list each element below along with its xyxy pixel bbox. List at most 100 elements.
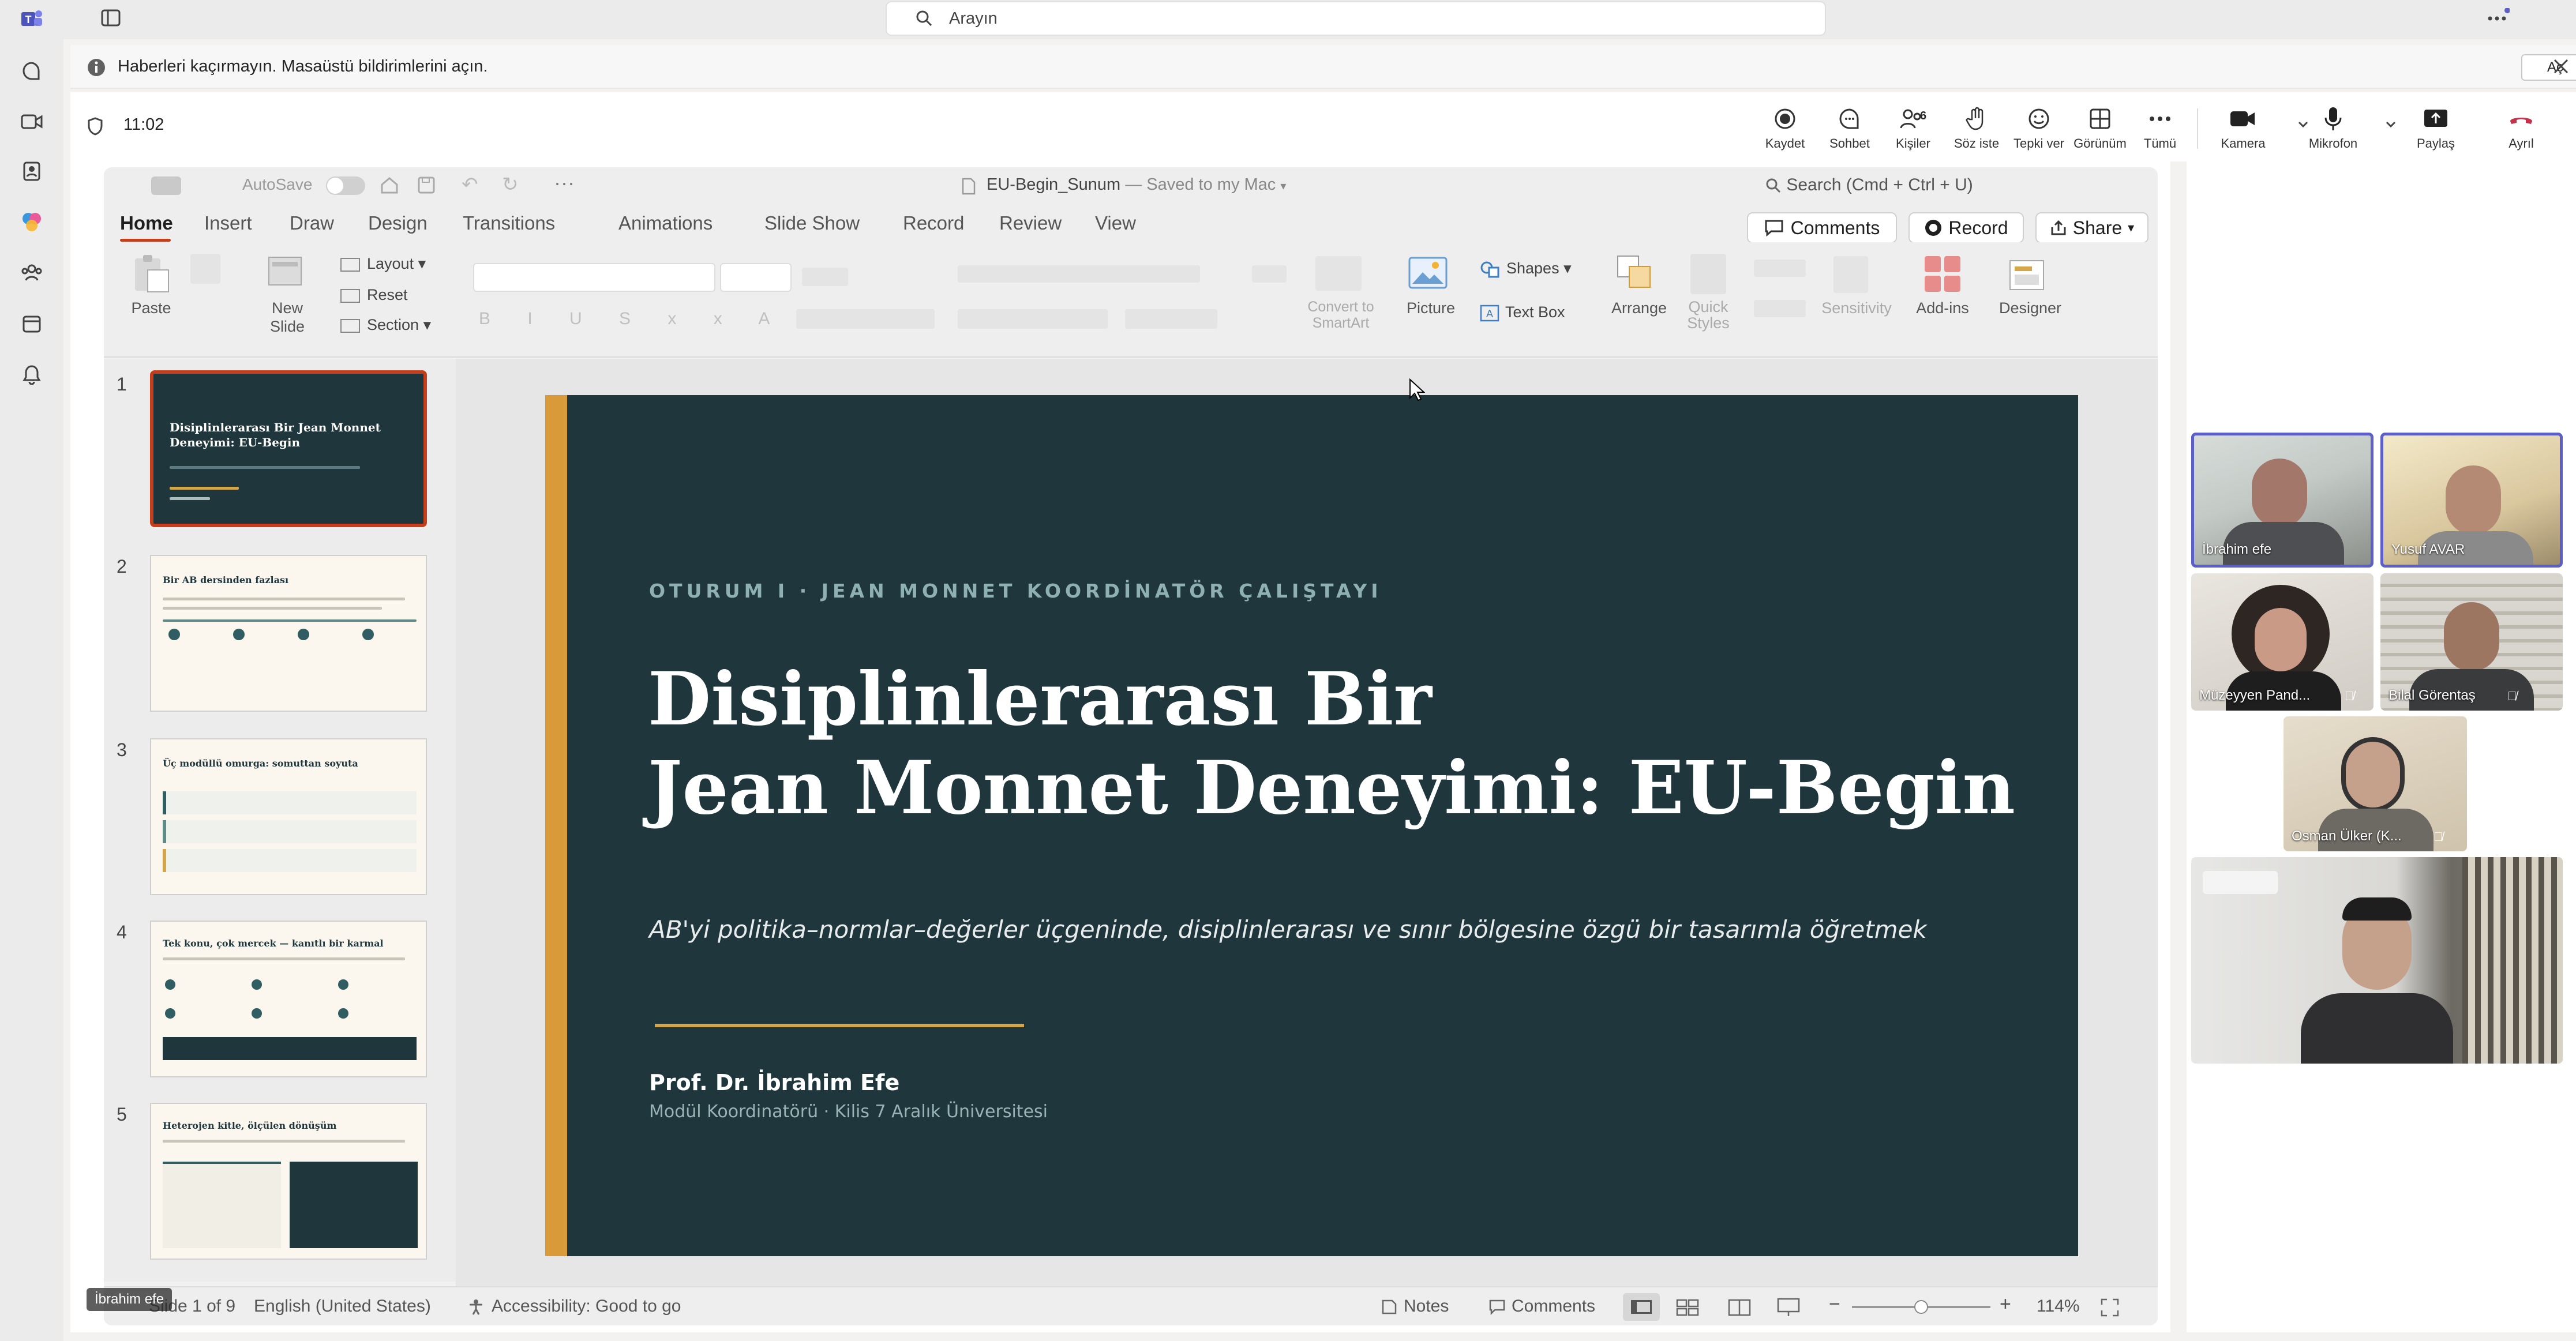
ppt-search[interactable]: Search (Cmd + Ctrl + U) [1765,175,1973,195]
zoom-in-button[interactable]: + [2000,1293,2011,1316]
calendar-icon[interactable] [17,309,46,338]
tab-animations[interactable]: Animations [618,212,713,234]
tab-record[interactable]: Record [903,212,964,234]
slide-thumbnail-4[interactable]: Tek konu, çok mercek — kanıtlı bir karma… [150,921,427,1077]
layout-button[interactable]: Layout ▾ [340,255,426,273]
addins-icon[interactable] [1922,254,1964,294]
tab-slide-show[interactable]: Slide Show [764,212,860,234]
record-button[interactable]: Kaydet [1750,104,1820,156]
font-size-select[interactable] [720,263,792,292]
document-title[interactable]: EU-Begin_Sunum — Saved to my Mac ▾ [987,175,1286,194]
section-button[interactable]: Section ▾ [340,316,431,334]
zoom-slider-thumb[interactable] [1914,1300,1928,1314]
normal-view-icon[interactable] [1623,1293,1660,1321]
quick-styles-icon[interactable] [1690,254,1726,294]
more-button[interactable]: Tümü [2125,104,2195,156]
tab-home[interactable]: Home [120,212,173,234]
tab-review[interactable]: Review [999,212,1062,234]
sensitivity-icon[interactable] [1833,256,1868,293]
notes-button[interactable]: Notes [1381,1297,1449,1316]
current-slide[interactable]: OTURUM I · JEAN MONNET KOORDİNATÖR ÇALIŞ… [545,395,2078,1256]
list-indent-icons[interactable] [958,265,1200,283]
view-button[interactable]: Görünüm [2065,104,2135,156]
slide-sorter-icon[interactable] [1676,1299,1699,1316]
font-family-select[interactable] [473,263,715,292]
slideshow-view-icon[interactable] [1777,1298,1800,1317]
shape-outline-icons[interactable] [1754,300,1806,317]
slide-thumbnail-3[interactable]: Üç modüllü omurga: somuttan soyuta [150,738,427,895]
save-icon[interactable] [417,175,436,195]
smartart-icon[interactable] [1315,256,1362,291]
participant-tile[interactable]: Bilal Görentaş 🎙̸ [2380,573,2563,711]
activity-icon[interactable] [17,360,46,389]
participant-tile-self[interactable] [2191,857,2563,1064]
mic-chevron-down-icon[interactable] [2385,120,2397,128]
slide-thumbnail-5[interactable]: Heterojen kitle, ölçülen dönüşüm [150,1103,427,1260]
undo-icon[interactable]: ↶ [462,173,478,196]
camera-button[interactable]: Kamera [2208,104,2278,156]
accessibility-status[interactable]: Accessibility: Good to go [467,1297,681,1316]
reading-view-icon[interactable] [1728,1299,1751,1316]
shape-fill-icons[interactable] [1754,260,1806,277]
text-color-icons[interactable] [796,309,935,329]
text-format-icons[interactable]: B I U S x x A [479,309,786,329]
new-slide-icon[interactable] [267,253,307,293]
shapes-button[interactable]: Shapes ▾ [1480,260,1572,278]
react-button[interactable]: Tepki ver [2004,104,2073,156]
tab-insert[interactable]: Insert [204,212,252,234]
autosave-toggle[interactable] [326,176,365,195]
meetings-icon[interactable] [17,107,46,136]
text-direction-icon[interactable] [1252,265,1287,283]
chat-icon[interactable] [17,57,46,85]
font-grow-shrink-icon[interactable] [802,268,848,286]
participant-tile[interactable]: Osman Ülker (K... 🎙̸ [2283,716,2467,851]
slide-thumbnail-1[interactable]: Disiplinlerarası Bir Jean Monnet Deneyim… [150,370,427,527]
contacts-icon[interactable] [17,157,46,186]
teams-logo-icon[interactable]: T [17,5,46,33]
participant-name: İbrahim efe [2202,542,2272,557]
ppt-record-button[interactable]: Record [1908,212,2024,243]
more-commands-icon[interactable]: ··· [554,171,575,195]
sidebar-icon[interactable] [151,176,181,195]
arrange-icon[interactable] [1615,254,1657,294]
tab-design[interactable]: Design [368,212,428,234]
zoom-level[interactable]: 114% [2037,1297,2080,1316]
participant-tile[interactable]: İbrahim efe [2191,433,2373,568]
community-icon[interactable] [17,258,46,287]
copilot-icon[interactable] [17,208,46,236]
sidebar-toggle-icon[interactable] [101,9,121,27]
participant-tile[interactable]: Yusuf AVAR [2380,433,2563,568]
designer-icon[interactable] [2008,254,2049,294]
ppt-share-button[interactable]: Share ▾ [2035,212,2148,243]
text-box-button[interactable]: A Text Box [1480,303,1565,322]
cut-copy-icon[interactable] [190,254,220,284]
mic-button[interactable]: Mikrofon [2298,104,2368,156]
home-icon[interactable] [380,175,399,195]
chat-button[interactable]: Sohbet [1815,104,1884,156]
more-options-icon[interactable] [2487,8,2510,25]
columns-direction-icons[interactable] [1125,309,1217,329]
reset-button[interactable]: Reset [340,286,408,304]
fit-slide-icon[interactable] [2100,1298,2120,1317]
picture-icon[interactable] [1408,256,1448,290]
share-button[interactable]: Paylaş [2401,104,2470,156]
participant-face [2444,602,2499,671]
comments-button[interactable]: Comments [1747,212,1897,243]
tab-draw[interactable]: Draw [290,212,334,234]
participant-tile[interactable]: Müzeyyen Pand... 🎙̸ [2191,573,2373,711]
tab-transitions[interactable]: Transitions [463,212,555,234]
paste-icon[interactable] [130,254,172,294]
leave-button[interactable]: Ayrıl [2487,104,2556,156]
redo-icon[interactable]: ↻ [502,173,519,196]
alignment-icons[interactable] [958,309,1108,329]
raise-hand-button[interactable]: Söz iste [1942,104,2011,156]
search-input[interactable]: Arayın [886,1,1826,36]
status-comments-button[interactable]: Comments [1488,1297,1595,1316]
people-button[interactable]: 6 Kişiler [1878,104,1948,156]
slide-thumbnail-2[interactable]: Bir AB dersinden fazlası [150,555,427,712]
zoom-slider[interactable] [1852,1300,1990,1314]
language[interactable]: English (United States) [254,1297,431,1316]
tab-view[interactable]: View [1095,212,1136,234]
zoom-out-button[interactable]: − [1829,1293,1840,1316]
close-icon[interactable] [2551,57,2571,76]
